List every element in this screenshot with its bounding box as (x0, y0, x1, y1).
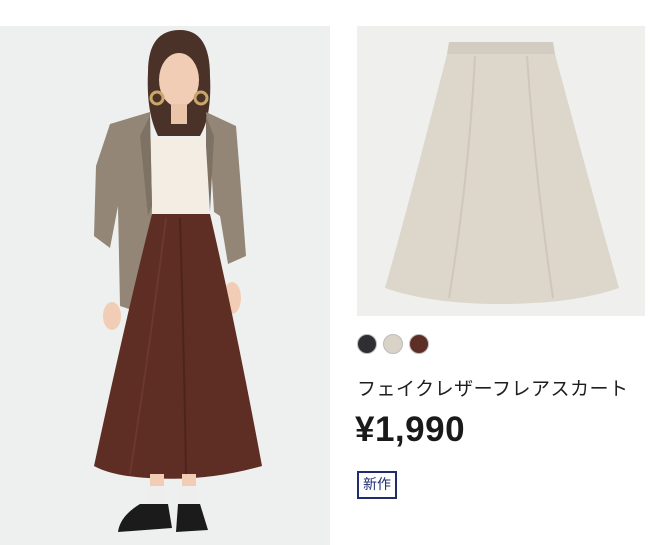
new-badge: 新作 (357, 471, 397, 499)
color-swatches (357, 334, 429, 354)
color-swatch-beige[interactable] (383, 334, 403, 354)
model-photo-illustration (94, 30, 262, 532)
skirt-illustration (385, 42, 619, 304)
model-photo[interactable] (0, 26, 330, 545)
product-photo[interactable] (357, 26, 645, 316)
color-swatch-dark-brown[interactable] (409, 334, 429, 354)
product-price: ¥1,990 (355, 410, 466, 449)
color-swatch-black[interactable] (357, 334, 377, 354)
product-name[interactable]: フェイクレザーフレアスカート (357, 374, 628, 401)
